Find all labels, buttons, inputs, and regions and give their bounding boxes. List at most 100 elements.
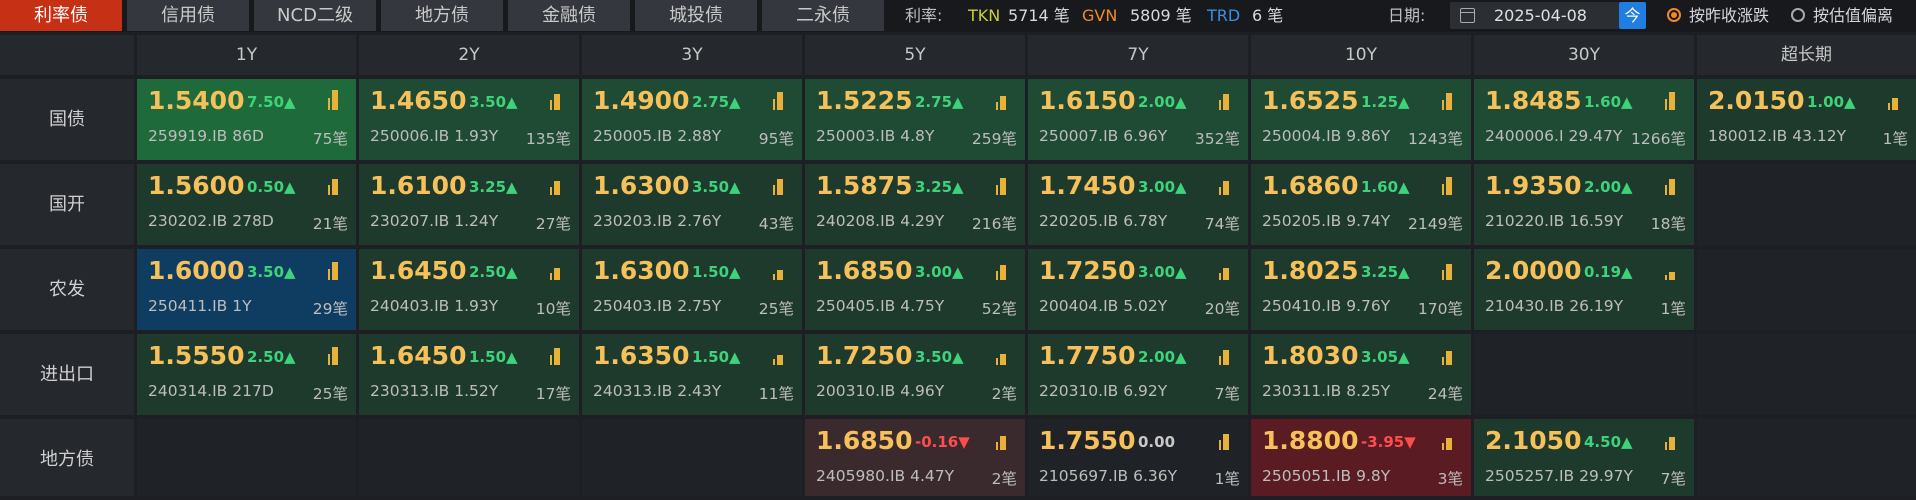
- volume-bar-tick: [1442, 100, 1444, 110]
- tab-5[interactable]: 城投债: [635, 0, 757, 31]
- change-value: 3.25▲: [1361, 263, 1410, 281]
- column-header-1[interactable]: 2Y: [359, 35, 579, 75]
- change-value: -0.16▼: [915, 433, 970, 451]
- quote-cell[interactable]: 1.6150 2.00▲ 250007.IB 6.96Y 352笔: [1028, 79, 1248, 160]
- quote-cell[interactable]: 1.6350 1.50▲ 240313.IB 2.43Y 11笔: [582, 334, 802, 415]
- quote-cell[interactable]: 1.7750 2.00▲ 220310.IB 6.92Y 7笔: [1028, 334, 1248, 415]
- volume-bar-fill: [777, 92, 783, 110]
- bond-code: 2400006.I 29.47Y: [1485, 127, 1623, 145]
- volume-bar-fill: [1446, 264, 1452, 280]
- today-button[interactable]: 今: [1619, 2, 1646, 29]
- trade-count: 18笔: [1650, 215, 1686, 233]
- tkn-label: TKN: [968, 6, 1001, 25]
- quote-cell[interactable]: 1.5600 0.50▲ 230202.IB 278D 21笔: [137, 164, 356, 245]
- yield-value: 1.5400: [148, 86, 245, 115]
- tab-0[interactable]: 利率债: [0, 0, 122, 31]
- tab-2[interactable]: NCD二级: [254, 0, 376, 31]
- change-value: 2.00▲: [1138, 93, 1187, 111]
- tab-4[interactable]: 金融债: [508, 0, 630, 31]
- trade-count: 216笔: [971, 215, 1017, 233]
- tab-6[interactable]: 二永债: [762, 0, 884, 31]
- volume-bar-fill: [554, 181, 560, 195]
- quote-cell[interactable]: 2.1050 4.50▲ 2505257.IB 29.97Y 7笔: [1474, 419, 1694, 496]
- quote-cell[interactable]: 1.6450 2.50▲ 240403.IB 1.93Y 10笔: [359, 249, 579, 330]
- bond-code: 180012.IB 43.12Y: [1708, 127, 1847, 145]
- trade-count: 259笔: [971, 130, 1017, 148]
- volume-bar-tick: [1442, 184, 1444, 195]
- bond-code: 250405.IB 4.75Y: [816, 297, 945, 315]
- quote-cell[interactable]: 1.6860 1.60▲ 250205.IB 9.74Y 2149笔: [1251, 164, 1471, 245]
- change-value: -3.95▼: [1361, 433, 1416, 451]
- empty-cell: [1697, 334, 1916, 415]
- quote-cell[interactable]: 1.5225 2.75▲ 250003.IB 4.8Y 259笔: [805, 79, 1025, 160]
- volume-bar-tick: [773, 185, 775, 195]
- volume-bar-tick: [996, 271, 998, 280]
- volume-bar-icon: [1665, 90, 1675, 110]
- quote-cell[interactable]: 1.9350 2.00▲ 210220.IB 16.59Y 18笔: [1474, 164, 1694, 245]
- yield-value: 1.8030: [1262, 341, 1359, 370]
- quote-cell[interactable]: 1.4650 3.50▲ 250006.IB 1.93Y 135笔: [359, 79, 579, 160]
- quote-cell[interactable]: 1.5550 2.50▲ 240314.IB 217D 25笔: [137, 334, 356, 415]
- bond-code: 200310.IB 4.96Y: [816, 382, 945, 400]
- quote-cell[interactable]: 1.8025 3.25▲ 250410.IB 9.76Y 170笔: [1251, 249, 1471, 330]
- volume-bar-tick: [328, 354, 330, 365]
- quote-cell[interactable]: 1.6525 1.25▲ 250004.IB 9.86Y 1243笔: [1251, 79, 1471, 160]
- quote-cell[interactable]: 1.8800 -3.95▼ 2505051.IB 9.8Y 3笔: [1251, 419, 1471, 496]
- volume-bar-fill: [332, 90, 338, 110]
- yield-value: 1.4650: [370, 86, 467, 115]
- column-header-5[interactable]: 10Y: [1251, 35, 1471, 75]
- quote-cell[interactable]: 1.6300 3.50▲ 230203.IB 2.76Y 43笔: [582, 164, 802, 245]
- sort-by-valuation-label[interactable]: 按估值偏离: [1813, 0, 1893, 31]
- quote-cell[interactable]: 1.7450 3.00▲ 220205.IB 6.78Y 74笔: [1028, 164, 1248, 245]
- quote-cell[interactable]: 1.8030 3.05▲ 230311.IB 8.25Y 24笔: [1251, 334, 1471, 415]
- yield-value: 1.5600: [148, 171, 245, 200]
- volume-bar-fill: [777, 270, 783, 280]
- yield-value: 1.6860: [1262, 171, 1359, 200]
- column-header-0[interactable]: 1Y: [137, 35, 356, 75]
- quote-cell[interactable]: 1.6450 1.50▲ 230313.IB 1.52Y 17笔: [359, 334, 579, 415]
- bond-code: 220310.IB 6.92Y: [1039, 382, 1168, 400]
- quote-cell[interactable]: 1.8485 1.60▲ 2400006.I 29.47Y 1266笔: [1474, 79, 1694, 160]
- change-value: 3.00▲: [1138, 178, 1187, 196]
- quote-cell[interactable]: 1.6850 -0.16▼ 2405980.IB 4.47Y 2笔: [805, 419, 1025, 496]
- volume-bar-icon: [328, 175, 338, 195]
- column-header-4[interactable]: 7Y: [1028, 35, 1248, 75]
- quote-cell[interactable]: 2.0000 0.19▲ 210430.IB 26.19Y 1笔: [1474, 249, 1694, 330]
- quote-cell[interactable]: 1.7250 3.50▲ 200310.IB 4.96Y 2笔: [805, 334, 1025, 415]
- change-value: 2.75▲: [692, 93, 741, 111]
- volume-bar-tick: [328, 185, 330, 195]
- column-header-2[interactable]: 3Y: [582, 35, 802, 75]
- volume-bar-icon: [328, 345, 338, 365]
- column-header-6[interactable]: 30Y: [1474, 35, 1694, 75]
- trade-count: 2149笔: [1408, 215, 1463, 233]
- quote-cell[interactable]: 1.4900 2.75▲ 250005.IB 2.88Y 95笔: [582, 79, 802, 160]
- bond-code: 230202.IB 278D: [148, 212, 274, 230]
- quote-cell[interactable]: 1.6000 3.50▲ 250411.IB 1Y 29笔: [137, 249, 356, 330]
- quote-cell[interactable]: 1.5400 7.50▲ 259919.IB 86D 75笔: [137, 79, 356, 160]
- sort-by-prev-close-label[interactable]: 按昨收涨跌: [1689, 0, 1769, 31]
- empty-cell: [1697, 249, 1916, 330]
- date-picker[interactable]: 2025-04-08: [1450, 2, 1620, 29]
- volume-bar-icon: [996, 430, 1006, 450]
- volume-bar-tick: [1219, 187, 1221, 195]
- quote-cell[interactable]: 1.7550 0.00 2105697.IB 6.36Y 1笔: [1028, 419, 1248, 496]
- volume-bar-tick: [1219, 100, 1221, 110]
- trade-count: 135笔: [525, 130, 571, 148]
- sort-by-valuation-radio[interactable]: [1791, 8, 1805, 22]
- quote-cell[interactable]: 2.0150 1.00▲ 180012.IB 43.12Y 1笔: [1697, 79, 1916, 160]
- volume-bar-tick: [1442, 270, 1444, 280]
- quote-cell[interactable]: 1.6300 1.50▲ 250403.IB 2.75Y 25笔: [582, 249, 802, 330]
- change-value: 2.75▲: [915, 93, 964, 111]
- column-header-7[interactable]: 超长期: [1697, 35, 1916, 75]
- sort-by-prev-close-radio[interactable]: [1667, 8, 1681, 22]
- quote-cell[interactable]: 1.6850 3.00▲ 250405.IB 4.75Y 52笔: [805, 249, 1025, 330]
- column-header-3[interactable]: 5Y: [805, 35, 1025, 75]
- quote-cell[interactable]: 1.5875 3.25▲ 240208.IB 4.29Y 216笔: [805, 164, 1025, 245]
- trade-count: 7笔: [1214, 385, 1240, 403]
- bond-code: 2105697.IB 6.36Y: [1039, 467, 1178, 485]
- tab-1[interactable]: 信用债: [127, 0, 249, 31]
- quote-cell[interactable]: 1.6100 3.25▲ 230207.IB 1.24Y 27笔: [359, 164, 579, 245]
- quote-cell[interactable]: 1.7250 3.00▲ 200404.IB 5.02Y 20笔: [1028, 249, 1248, 330]
- tab-3[interactable]: 地方债: [381, 0, 503, 31]
- change-value: 2.00▲: [1584, 178, 1633, 196]
